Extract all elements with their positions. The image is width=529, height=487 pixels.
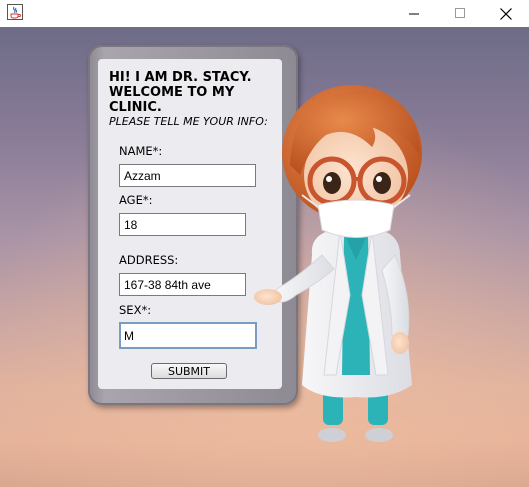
name-label: NAME*:	[119, 144, 163, 158]
sex-label: SEX*:	[119, 303, 152, 317]
minimize-icon	[408, 13, 419, 15]
java-icon	[7, 4, 23, 20]
address-label: ADDRESS:	[119, 253, 179, 267]
right-shoe	[365, 428, 393, 442]
maximize-icon	[454, 8, 465, 18]
address-field[interactable]	[119, 273, 246, 296]
maximize-button[interactable]	[437, 0, 483, 27]
window-title-bar	[0, 0, 529, 27]
face-mask	[317, 199, 395, 238]
age-label: AGE*:	[119, 193, 153, 207]
minimize-button[interactable]	[391, 0, 437, 27]
sex-field[interactable]	[119, 322, 257, 349]
close-button[interactable]	[483, 0, 529, 27]
pointing-hand	[254, 289, 282, 305]
age-field[interactable]	[119, 213, 246, 236]
greeting-line-1: HI! I AM DR. STACY.	[109, 70, 252, 85]
greeting-line-2: WELCOME TO MY CLINIC.	[109, 85, 235, 115]
left-shoe	[318, 428, 346, 442]
doctor-stacy-illustration	[254, 85, 422, 442]
submit-button[interactable]: SUBMIT	[151, 363, 227, 379]
name-field[interactable]	[119, 164, 256, 187]
close-icon	[500, 7, 512, 20]
